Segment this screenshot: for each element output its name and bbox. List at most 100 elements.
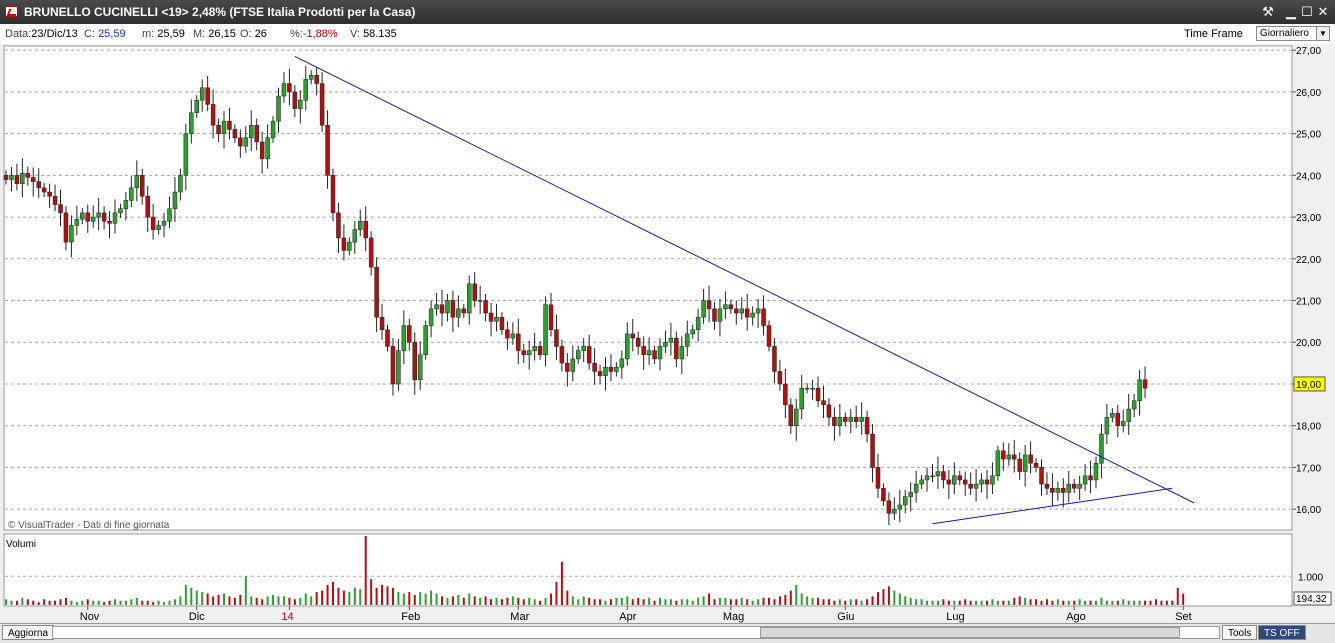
volume-bar	[184, 584, 187, 605]
volume-bar	[59, 599, 62, 605]
candle-body	[36, 181, 41, 189]
candle-body	[434, 304, 439, 310]
volume-bar	[490, 599, 493, 605]
volume-bar	[936, 600, 939, 605]
volume-bar	[228, 596, 231, 605]
volume-bar	[926, 600, 929, 605]
candle-body	[499, 316, 505, 330]
volume-bar	[114, 599, 116, 605]
refresh-button[interactable]: Aggiorna	[2, 625, 55, 640]
candle-body	[314, 74, 319, 84]
candle-body	[603, 367, 608, 376]
candle-body	[96, 212, 101, 218]
candle-body	[1066, 483, 1071, 493]
x-tick-label: 14	[281, 611, 293, 623]
volume-bar	[441, 596, 443, 605]
candle-body	[657, 346, 663, 360]
y-tick-label: 18,00	[1296, 422, 1321, 433]
volume-bar	[697, 597, 700, 605]
candle-body	[537, 346, 543, 356]
candle-body	[368, 237, 374, 268]
volume-bar	[255, 597, 258, 605]
volume-bar	[604, 600, 607, 605]
candle-body	[554, 329, 559, 347]
volume-bar	[986, 600, 988, 605]
volume-bar	[500, 599, 503, 605]
volume-bar	[1045, 599, 1048, 605]
candle-body	[461, 308, 467, 314]
volume-bar	[800, 593, 803, 605]
candle-body	[1017, 458, 1022, 472]
candle-body	[1061, 488, 1066, 493]
volume-bar	[1024, 597, 1027, 605]
date-readout: Data:23/Dic/13	[5, 28, 78, 40]
price-chart[interactable]: 16,00 17,00 18,00 19,00 20,00 21,00 22,00 23,00…	[0, 44, 1335, 623]
scrollbar-thumb[interactable]	[760, 627, 1180, 638]
dropdown-arrow-icon[interactable]: ▼	[1316, 27, 1329, 40]
candle-body	[1071, 483, 1077, 489]
volume-bar	[817, 597, 820, 605]
volume-bar	[173, 599, 176, 605]
candle-body	[630, 333, 635, 339]
y-tick-label: 17,00	[1296, 463, 1321, 474]
volume-bar	[517, 597, 520, 605]
volume-bar	[969, 600, 972, 605]
volume-bar	[680, 599, 683, 605]
candle-body	[85, 212, 90, 222]
volume-bar	[789, 590, 792, 605]
candle-body	[1022, 454, 1028, 472]
maximize-icon[interactable]: ☐	[1299, 4, 1315, 20]
volume-bar	[566, 590, 569, 605]
volume-bar	[479, 597, 482, 605]
volume-bar	[806, 596, 809, 605]
volume-bar	[675, 600, 678, 605]
candle-body	[205, 87, 210, 105]
candle-body	[401, 325, 407, 351]
candle-body	[625, 333, 630, 360]
volume-bar	[882, 589, 885, 605]
volume-bar	[1122, 599, 1125, 605]
candle-body	[576, 350, 581, 360]
candle-body	[810, 387, 815, 390]
volume-bar	[315, 592, 318, 605]
timeframe-select[interactable]: Giornaliero ▼	[1256, 26, 1330, 41]
volume-bar	[653, 600, 656, 605]
x-tick-label: Apr	[619, 611, 636, 623]
volume-bar	[593, 599, 596, 605]
x-tick-label: Mar	[510, 611, 529, 623]
candle-body	[112, 212, 118, 224]
volume-bar	[740, 597, 743, 605]
close-readout: C: 25,59	[84, 28, 126, 40]
tools-wrench-icon[interactable]: ⚒	[1260, 4, 1276, 20]
volume-bar	[337, 587, 340, 605]
volume-bar	[201, 592, 204, 605]
candle-body	[505, 329, 510, 339]
price-panel	[3, 45, 1293, 531]
volume-bar	[511, 596, 514, 605]
candle-body	[412, 341, 417, 381]
ts-toggle-button[interactable]: TS OFF	[1258, 625, 1306, 640]
volume-bar	[48, 600, 51, 605]
minimize-icon[interactable]: ▁	[1283, 4, 1299, 20]
candle-body	[161, 220, 167, 226]
candle-body	[559, 346, 565, 364]
volume-bar	[729, 599, 732, 605]
candle-body	[886, 500, 892, 514]
candle-body	[962, 479, 968, 485]
volume-bar	[898, 593, 901, 605]
candle-body	[946, 479, 952, 485]
close-icon[interactable]: ✕	[1315, 4, 1331, 20]
volume-bar	[996, 600, 999, 605]
candle-body	[941, 471, 946, 481]
x-tick-label: Feb	[401, 611, 420, 623]
candle-body	[837, 417, 843, 426]
candle-body	[614, 367, 619, 372]
y-tick-label: 22,00	[1296, 255, 1321, 266]
tools-button[interactable]: Tools	[1222, 625, 1258, 640]
y-tick-label: 24,00	[1296, 171, 1321, 182]
volume-bar	[293, 599, 296, 605]
candle-body	[1110, 412, 1115, 418]
candle-body	[189, 112, 194, 134]
volume-bar	[1035, 599, 1038, 605]
candle-body	[292, 91, 298, 109]
